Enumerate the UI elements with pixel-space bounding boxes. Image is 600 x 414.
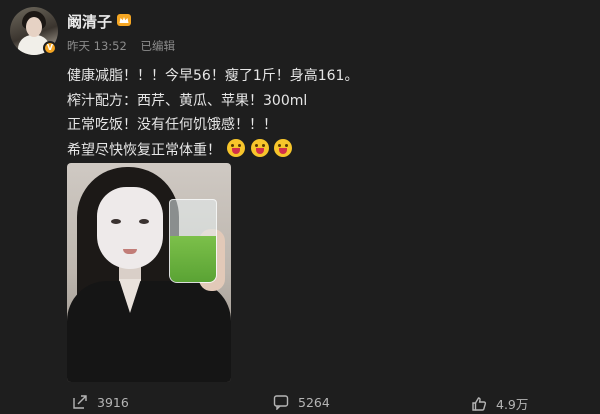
tongue-face-emoji-icon	[274, 138, 293, 157]
avatar-face-shape	[26, 17, 42, 37]
photo-eye-shape	[111, 219, 121, 224]
verified-badge-icon: V	[43, 41, 57, 55]
content-line-with-emoji: 希望尽快恢复正常体重！	[67, 138, 587, 163]
edited-label: 已编辑	[140, 39, 175, 53]
username[interactable]: 阚清子	[67, 11, 112, 32]
like-count: 4.9万	[496, 397, 529, 412]
crown-icon	[117, 14, 131, 26]
emoji-group	[227, 138, 293, 163]
comment-count: 5264	[298, 394, 330, 410]
content-line: 正常吃饭！没有任何饥饿感！！！	[67, 117, 277, 133]
post-content: 健康减脂！！！今早56！瘦了1斤！身高161。 榨汁配方：西芹、黄瓜、苹果！30…	[67, 64, 587, 162]
action-bar: 3916 5264 4.9万	[0, 390, 600, 414]
photo-juice-cup-shape	[169, 199, 217, 283]
post-time[interactable]: 昨天 13:52	[67, 39, 127, 53]
post-meta: 昨天 13:52 已编辑	[67, 38, 185, 54]
photo-face-mask-shape	[97, 187, 163, 269]
photo-juice-shape	[170, 236, 216, 282]
comment-button[interactable]: 5264	[273, 394, 330, 410]
content-line: 健康减脂！！！今早56！瘦了1斤！身高161。	[67, 68, 359, 84]
tongue-face-emoji-icon	[250, 138, 269, 157]
comment-icon	[273, 395, 289, 410]
share-icon	[73, 395, 87, 409]
weibo-post: V 阚清子 昨天 13:52 已编辑 健康减脂！！！今早56！瘦了1斤！身高16…	[0, 0, 600, 414]
share-count: 3916	[97, 394, 129, 410]
photo-shirt-shape	[67, 281, 231, 382]
thumbs-up-icon	[472, 396, 487, 411]
content-line: 希望尽快恢复正常体重！	[67, 141, 221, 158]
post-photo[interactable]	[67, 163, 231, 382]
photo-eye-shape	[139, 219, 149, 224]
content-line: 榨汁配方：西芹、黄瓜、苹果！300ml	[67, 92, 308, 109]
share-button[interactable]: 3916	[72, 394, 129, 410]
like-button[interactable]: 4.9万	[471, 394, 528, 413]
tongue-face-emoji-icon	[227, 138, 246, 157]
